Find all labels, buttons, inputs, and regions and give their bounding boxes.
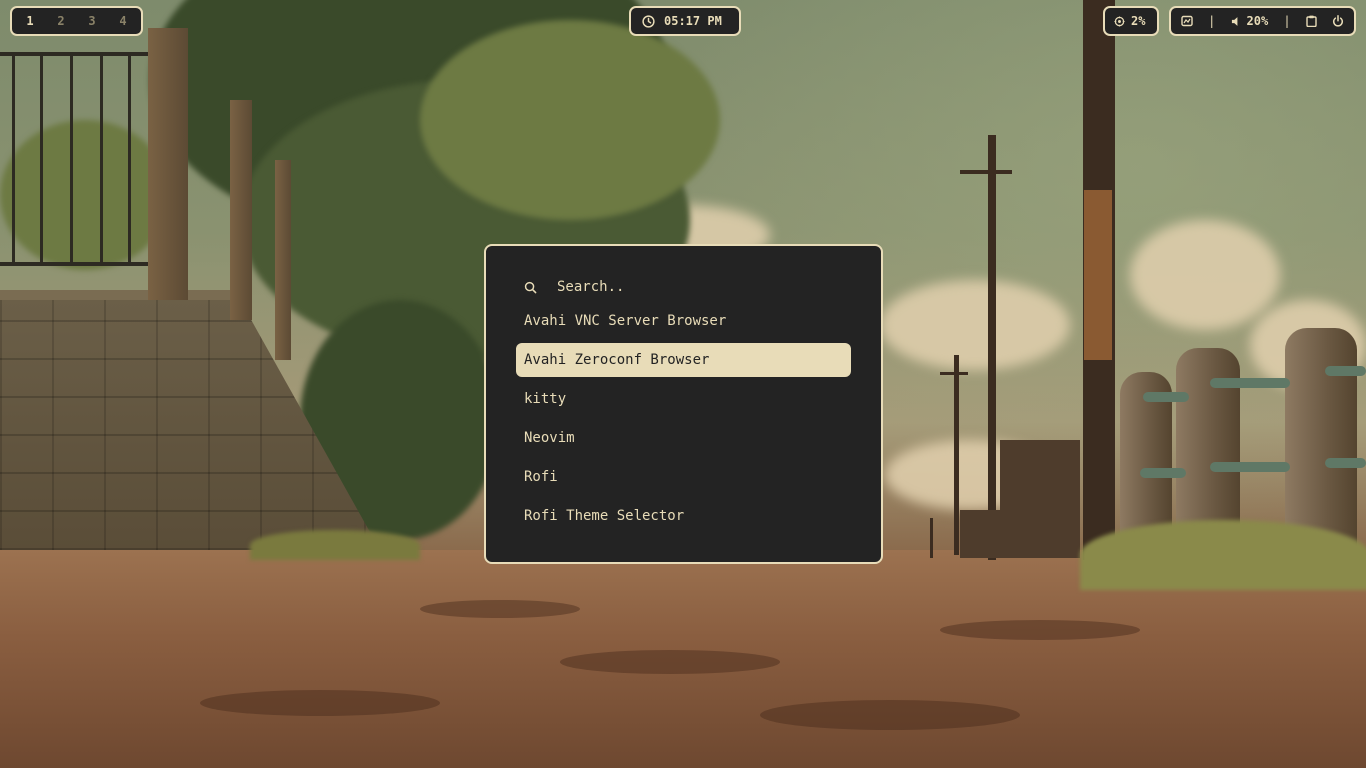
pole-crossbar [940,372,968,375]
search-input[interactable] [557,279,851,295]
list-item[interactable]: Neovim [516,421,851,455]
cloud [1130,220,1280,330]
app-launcher: Avahi VNC Server Browser Avahi Zeroconf … [484,244,883,564]
list-item[interactable]: kitty [516,382,851,416]
pole-sign [1084,190,1112,360]
list-item[interactable]: Rofi Theme Selector [516,499,851,533]
railing-bar [40,52,43,264]
tree-canopy [420,20,720,220]
gate-pillar [148,28,188,300]
road-track [200,690,440,716]
railing-bar [100,52,103,264]
fence-rail [1210,462,1290,472]
road-track [940,620,1140,640]
fence-rail [1325,366,1366,376]
railing [0,52,148,56]
search-bar [516,270,851,304]
cpu-widget[interactable]: 2% [1103,6,1159,36]
cpu-usage: 2% [1131,14,1146,28]
network-icon[interactable] [1181,15,1193,27]
cloud [880,280,1070,370]
tray-separator: | [1208,14,1216,28]
search-icon [524,281,537,294]
railing-bar [128,52,131,264]
gate-pillar [230,100,252,320]
clock-icon [642,14,655,28]
utility-pole [930,518,933,558]
list-item-selected[interactable]: Avahi Zeroconf Browser [516,343,851,377]
grass [1080,520,1366,590]
grass [250,530,420,560]
volume-icon [1231,16,1242,27]
bush [0,120,170,270]
results-list: Avahi VNC Server Browser Avahi Zeroconf … [516,304,851,533]
volume-control[interactable]: 20% [1231,14,1269,28]
road-track [560,650,780,674]
cpu-icon [1114,15,1125,27]
power-icon[interactable] [1332,15,1344,27]
status-tray: | 20% | [1169,6,1356,36]
fence-rail [1143,392,1189,402]
fence-rail [1140,468,1186,478]
workspace-1[interactable]: 1 [24,14,36,28]
utility-pole [954,355,959,555]
workspace-switcher: 1 2 3 4 [10,6,143,36]
clock-widget[interactable]: 05:17 PM [629,6,741,36]
fence-rail [1325,458,1366,468]
railing [0,262,148,266]
list-item[interactable]: Avahi VNC Server Browser [516,304,851,338]
volume-level: 20% [1246,14,1269,28]
road-track [420,600,580,618]
clipboard-icon[interactable] [1306,15,1317,27]
railing-bar [12,52,15,264]
clock-time: 05:17 PM [664,14,722,28]
workspace-3[interactable]: 3 [86,14,98,28]
shed [960,510,1020,558]
road-track [760,700,1020,730]
workspace-2[interactable]: 2 [55,14,67,28]
utility-pole [988,135,996,560]
workspace-4[interactable]: 4 [117,14,129,28]
list-item[interactable]: Rofi [516,460,851,494]
fence-rail [1210,378,1290,388]
railing-bar [70,52,73,264]
tray-separator: | [1283,14,1291,28]
pole-crossbar [960,170,1012,174]
gate-pillar [275,160,291,360]
